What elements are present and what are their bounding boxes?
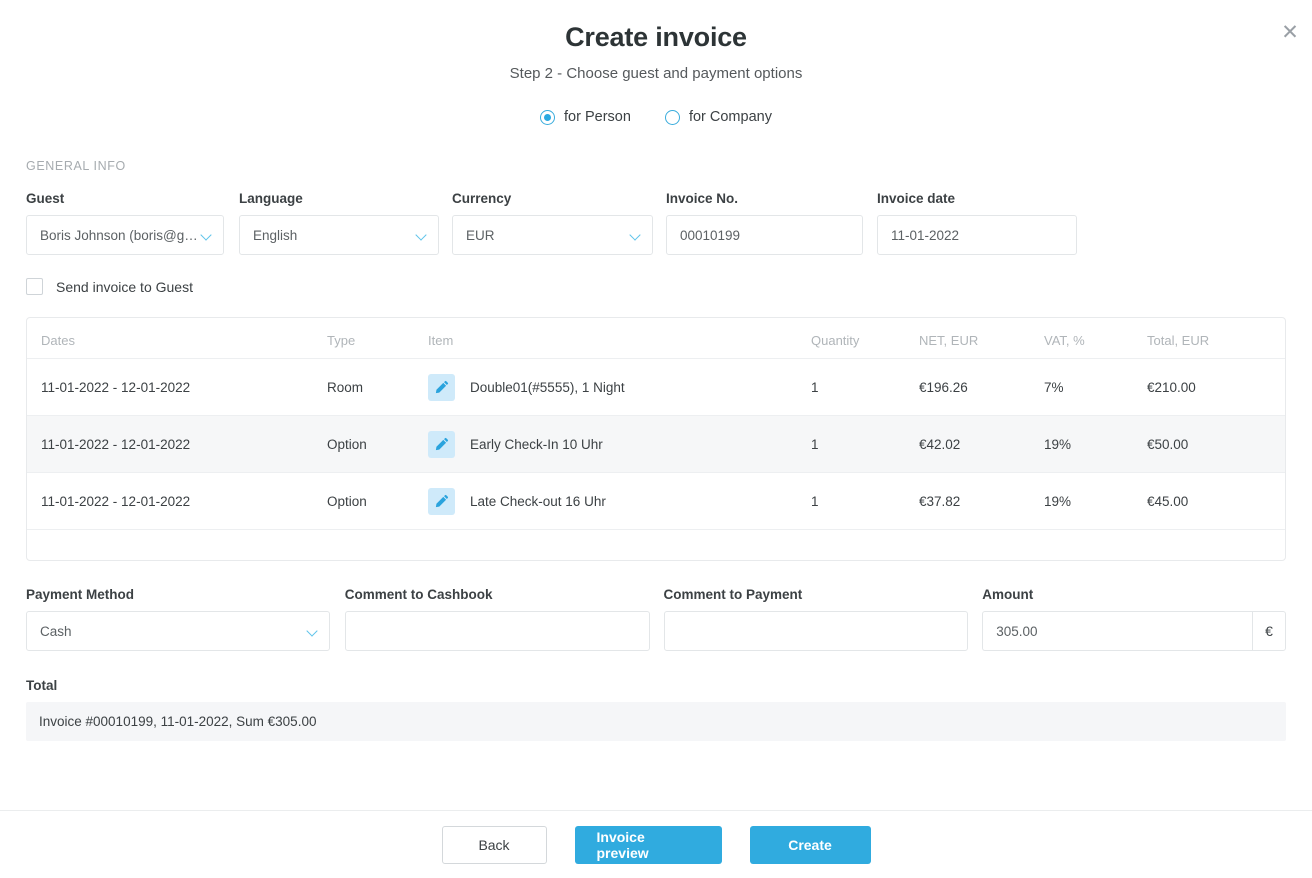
invoice-items-table: Dates Type Item Quantity NET, EUR VAT, %… [26,317,1286,561]
field-currency: Currency EUR [452,191,653,255]
cell-net: €196.26 [919,379,968,395]
modal-header: Create invoice Step 2 - Choose guest and… [0,0,1312,82]
send-invoice-label: Send invoice to Guest [56,278,193,295]
invoice-no-input[interactable]: 00010199 [666,215,863,255]
create-invoice-modal: ✕ Create invoice Step 2 - Choose guest a… [0,0,1312,878]
column-header-total: Total, EUR [1147,333,1210,348]
field-language: Language English [239,191,439,255]
guest-label: Guest [26,191,65,206]
invoice-preview-button[interactable]: Invoice preview [574,825,722,864]
table-row[interactable]: 11-01-2022 - 12-01-2022 Option Late Chec… [27,472,1285,529]
currency-suffix: € [1252,611,1286,651]
currency-select[interactable]: EUR [452,215,653,255]
radio-for-person[interactable]: for Person [540,109,631,125]
cell-dates: 11-01-2022 - 12-01-2022 [41,436,191,452]
cell-total: €210.00 [1147,379,1196,395]
guest-select[interactable]: Boris Johnson (boris@g… [26,215,224,255]
modal-footer: Back Invoice preview Create [0,811,1312,878]
create-button[interactable]: Create [749,825,871,864]
back-button[interactable]: Back [441,825,547,864]
cell-item-text: Late Check-out 16 Uhr [470,493,606,509]
general-info-section-label: GENERAL INFO [26,159,126,173]
table-spacer-row [27,529,1285,560]
entity-type-radio-group: for Person for Company [0,109,1312,125]
invoice-no-label: Invoice No. [666,191,739,206]
language-label: Language [239,191,303,206]
radio-icon-selected [540,109,556,125]
general-info-fields: Guest Boris Johnson (boris@g… Language E… [26,191,1286,255]
send-invoice-checkbox-row[interactable]: Send invoice to Guest [26,278,1286,295]
comment-payment-input[interactable] [663,611,969,651]
payment-fields: Payment Method Cash Comment to Cashbook … [26,587,1286,651]
payment-method-select[interactable]: Cash [26,611,330,651]
cell-total: €50.00 [1147,436,1189,452]
field-comment-cashbook: Comment to Cashbook [344,587,650,651]
cell-quantity: 1 [811,379,819,395]
comment-cashbook-input[interactable] [344,611,650,651]
column-header-net: NET, EUR [919,333,979,348]
invoice-date-input[interactable]: 11-01-2022 [877,215,1077,255]
table-row[interactable]: 11-01-2022 - 12-01-2022 Room Double01(#5… [27,358,1285,415]
cell-item-text: Double01(#5555), 1 Night [470,379,625,395]
currency-label: Currency [452,191,512,206]
column-header-dates: Dates [41,333,75,348]
cell-item: Late Check-out 16 Uhr [428,487,811,515]
payment-method-label: Payment Method [26,587,135,602]
comment-payment-label: Comment to Payment [663,587,803,602]
cell-net: €42.02 [919,436,961,452]
table-header-row: Dates Type Item Quantity NET, EUR VAT, %… [27,318,1285,358]
radio-for-company-label: for Company [688,109,772,125]
radio-icon-unselected [664,109,680,125]
cell-type: Option [327,493,367,509]
field-invoice-no: Invoice No. 00010199 [666,191,863,255]
cell-vat: 19% [1044,436,1072,452]
column-header-vat: VAT, % [1044,333,1085,348]
field-guest: Guest Boris Johnson (boris@g… [26,191,224,255]
modal-body: GENERAL INFO Guest Boris Johnson (boris@… [0,159,1312,741]
close-icon[interactable]: ✕ [1277,19,1303,45]
cell-dates: 11-01-2022 - 12-01-2022 [41,493,191,509]
amount-label: Amount [982,587,1034,602]
edit-icon[interactable] [428,487,455,515]
radio-for-person-label: for Person [564,109,631,125]
field-comment-payment: Comment to Payment [663,587,969,651]
cell-quantity: 1 [811,493,819,509]
step-subtitle: Step 2 - Choose guest and payment option… [509,65,803,82]
comment-cashbook-label: Comment to Cashbook [344,587,493,602]
column-header-quantity: Quantity [811,333,860,348]
send-invoice-checkbox[interactable] [26,278,43,295]
cell-vat: 19% [1044,493,1072,509]
amount-input[interactable]: 305.00 [982,611,1252,651]
column-header-item: Item [428,333,454,348]
cell-quantity: 1 [811,436,819,452]
column-header-type: Type [327,333,356,348]
table-row[interactable]: 11-01-2022 - 12-01-2022 Option Early Che… [27,415,1285,472]
cell-type: Room [327,379,364,395]
amount-input-group: 305.00 € [982,611,1286,651]
cell-vat: 7% [1044,379,1064,395]
edit-icon[interactable] [428,430,455,458]
total-summary: Invoice #00010199, 11-01-2022, Sum €305.… [26,702,1286,741]
cell-item: Double01(#5555), 1 Night [428,373,811,401]
cell-dates: 11-01-2022 - 12-01-2022 [41,379,191,395]
radio-for-company[interactable]: for Company [664,109,772,125]
field-invoice-date: Invoice date 11-01-2022 [877,191,1077,255]
cell-item: Early Check-In 10 Uhr [428,430,811,458]
edit-icon[interactable] [428,373,455,401]
cell-total: €45.00 [1147,493,1189,509]
cell-net: €37.82 [919,493,961,509]
cell-item-text: Early Check-In 10 Uhr [470,436,603,452]
cell-type: Option [327,436,367,452]
total-label: Total [26,678,58,693]
field-payment-method: Payment Method Cash [26,587,330,651]
language-select[interactable]: English [239,215,439,255]
page-title: Create invoice [565,22,747,52]
field-amount: Amount 305.00 € [982,587,1286,651]
invoice-date-label: Invoice date [877,191,956,206]
